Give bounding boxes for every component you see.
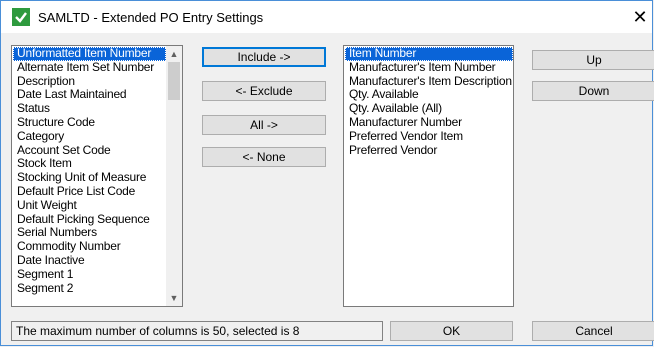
list-item[interactable]: Default Picking Sequence [13,212,166,227]
list-item[interactable]: Serial Numbers [13,226,166,240]
scrollbar-thumb[interactable] [168,62,180,100]
list-item[interactable]: Description [13,74,166,89]
list-item[interactable]: Status [13,101,166,116]
list-item[interactable]: Preferred Vendor [345,143,513,158]
list-item[interactable]: Default Price List Code [13,184,166,199]
close-icon[interactable]: ✕ [628,1,652,33]
selected-columns-list[interactable]: Item Number Manufacturer's Item Number Man… [343,45,514,307]
include-all-button[interactable]: All -> [202,115,326,135]
check-icon [12,8,30,26]
list-item[interactable]: Unformatted Item Number [13,46,166,61]
list-item[interactable]: Qty. Available [345,88,513,102]
list-item[interactable]: Manufacturer Number [345,115,513,130]
window-title: SAMLTD - Extended PO Entry Settings [38,9,264,25]
settings-window: SAMLTD - Extended PO Entry Settings ✕ Un… [0,0,654,346]
list-item[interactable]: Segment 2 [13,281,166,296]
exclude-button[interactable]: <- Exclude [202,81,326,101]
list-item[interactable]: Commodity Number [13,239,166,254]
list-item[interactable]: Manufacturer's Item Number [345,60,513,75]
cancel-button[interactable]: Cancel [532,321,654,341]
list-item[interactable]: Preferred Vendor Item [345,129,513,144]
exclude-all-button[interactable]: <- None [202,147,326,167]
list-item[interactable]: Structure Code [13,115,166,130]
chevron-up-icon[interactable]: ▲ [166,46,182,62]
title-bar: SAMLTD - Extended PO Entry Settings ✕ [1,1,652,33]
available-columns-list[interactable]: Unformatted Item Number Alternate Item Se… [11,45,183,307]
list-item[interactable]: Stock Item [13,157,166,171]
list-item[interactable]: Unit Weight [13,198,166,213]
list-item[interactable]: Qty. Available (All) [345,101,513,116]
list-item[interactable]: Item Number [345,46,513,61]
list-item[interactable]: Stocking Unit of Measure [13,170,166,185]
status-bar: The maximum number of columns is 50, sel… [11,321,383,341]
list-item[interactable]: Manufacturer's Item Description [345,74,513,89]
up-button[interactable]: Up [532,50,654,70]
chevron-down-icon[interactable]: ▼ [166,290,182,306]
list-item[interactable]: Date Inactive [13,253,166,268]
available-list-scrollbar[interactable]: ▲ ▼ [166,46,182,306]
status-text: The maximum number of columns is 50, sel… [16,324,300,338]
ok-button[interactable]: OK [390,321,513,341]
list-item[interactable]: Segment 1 [13,267,166,282]
list-item[interactable]: Date Last Maintained [13,88,166,102]
list-item[interactable]: Alternate Item Set Number [13,60,166,75]
list-item[interactable]: Account Set Code [13,143,166,158]
down-button[interactable]: Down [532,81,654,101]
include-button[interactable]: Include -> [202,47,326,67]
list-item[interactable]: Category [13,129,166,144]
